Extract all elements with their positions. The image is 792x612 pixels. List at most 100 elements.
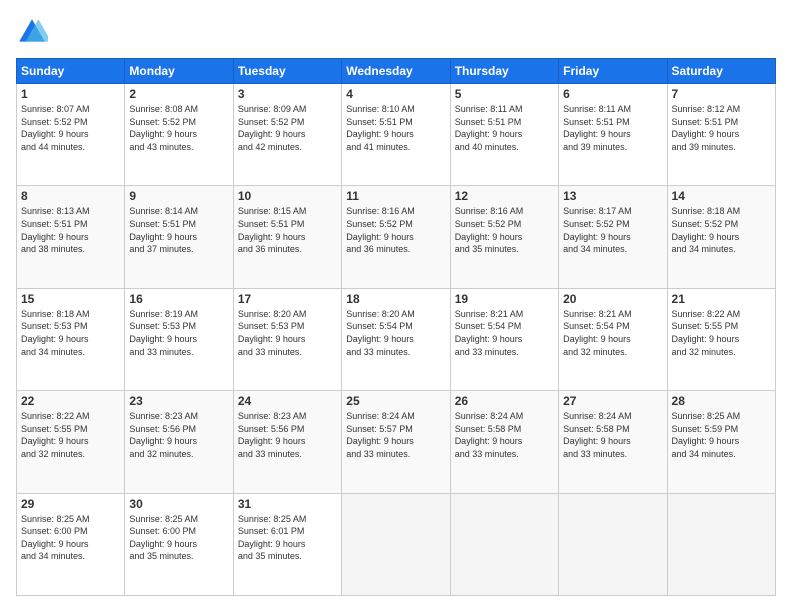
day-info: Sunrise: 8:16 AM Sunset: 5:52 PM Dayligh… [455, 205, 554, 255]
day-number: 29 [21, 497, 120, 511]
day-number: 1 [21, 87, 120, 101]
calendar-week-row: 29 Sunrise: 8:25 AM Sunset: 6:00 PM Dayli… [17, 493, 776, 595]
day-info: Sunrise: 8:14 AM Sunset: 5:51 PM Dayligh… [129, 205, 228, 255]
calendar-cell [450, 493, 558, 595]
calendar-cell: 5 Sunrise: 8:11 AM Sunset: 5:51 PM Daylig… [450, 84, 558, 186]
day-number: 27 [563, 394, 662, 408]
day-info: Sunrise: 8:24 AM Sunset: 5:58 PM Dayligh… [563, 410, 662, 460]
calendar-cell: 28 Sunrise: 8:25 AM Sunset: 5:59 PM Dayli… [667, 391, 775, 493]
page: SundayMondayTuesdayWednesdayThursdayFrid… [0, 0, 792, 612]
calendar-cell: 10 Sunrise: 8:15 AM Sunset: 5:51 PM Dayli… [233, 186, 341, 288]
calendar-cell: 4Sunrise: 8:10 AM Sunset: 5:51 PM Daylig… [342, 84, 450, 186]
day-info: Sunrise: 8:17 AM Sunset: 5:52 PM Dayligh… [563, 205, 662, 255]
calendar-cell: 9 Sunrise: 8:14 AM Sunset: 5:51 PM Daylig… [125, 186, 233, 288]
day-info: Sunrise: 8:25 AM Sunset: 6:01 PM Dayligh… [238, 513, 337, 563]
day-number: 26 [455, 394, 554, 408]
day-number: 13 [563, 189, 662, 203]
day-info: Sunrise: 8:15 AM Sunset: 5:51 PM Dayligh… [238, 205, 337, 255]
calendar-cell [667, 493, 775, 595]
day-number: 9 [129, 189, 228, 203]
calendar-cell: 21 Sunrise: 8:22 AM Sunset: 5:55 PM Dayli… [667, 288, 775, 390]
calendar-cell: 13 Sunrise: 8:17 AM Sunset: 5:52 PM Dayli… [559, 186, 667, 288]
day-info: Sunrise: 8:18 AM Sunset: 5:52 PM Dayligh… [672, 205, 771, 255]
calendar-cell: 31Sunrise: 8:25 AM Sunset: 6:01 PM Dayli… [233, 493, 341, 595]
day-number: 7 [672, 87, 771, 101]
calendar-cell: 17 Sunrise: 8:20 AM Sunset: 5:53 PM Dayli… [233, 288, 341, 390]
calendar-week-row: 1 Sunrise: 8:07 AM Sunset: 5:52 PM Daylig… [17, 84, 776, 186]
day-number: 19 [455, 292, 554, 306]
header [16, 16, 776, 48]
day-info: Sunrise: 8:16 AM Sunset: 5:52 PM Dayligh… [346, 205, 445, 255]
logo [16, 16, 52, 48]
day-info: Sunrise: 8:21 AM Sunset: 5:54 PM Dayligh… [455, 308, 554, 358]
weekday-header: Sunday [17, 59, 125, 84]
day-number: 28 [672, 394, 771, 408]
calendar-week-row: 8 Sunrise: 8:13 AM Sunset: 5:51 PM Daylig… [17, 186, 776, 288]
day-info: Sunrise: 8:22 AM Sunset: 5:55 PM Dayligh… [21, 410, 120, 460]
calendar-week-row: 22 Sunrise: 8:22 AM Sunset: 5:55 PM Dayli… [17, 391, 776, 493]
calendar-cell: 15 Sunrise: 8:18 AM Sunset: 5:53 PM Dayli… [17, 288, 125, 390]
day-info: Sunrise: 8:12 AM Sunset: 5:51 PM Dayligh… [672, 103, 771, 153]
day-number: 8 [21, 189, 120, 203]
day-info: Sunrise: 8:23 AM Sunset: 5:56 PM Dayligh… [238, 410, 337, 460]
calendar-cell: 11 Sunrise: 8:16 AM Sunset: 5:52 PM Dayli… [342, 186, 450, 288]
day-info: Sunrise: 8:11 AM Sunset: 5:51 PM Dayligh… [455, 103, 554, 153]
day-info: Sunrise: 8:19 AM Sunset: 5:53 PM Dayligh… [129, 308, 228, 358]
day-number: 11 [346, 189, 445, 203]
day-info: Sunrise: 8:21 AM Sunset: 5:54 PM Dayligh… [563, 308, 662, 358]
day-info: Sunrise: 8:07 AM Sunset: 5:52 PM Dayligh… [21, 103, 120, 153]
calendar-cell: 20Sunrise: 8:21 AM Sunset: 5:54 PM Dayli… [559, 288, 667, 390]
day-number: 2 [129, 87, 228, 101]
calendar-cell: 2 Sunrise: 8:08 AM Sunset: 5:52 PM Daylig… [125, 84, 233, 186]
day-number: 21 [672, 292, 771, 306]
calendar-cell: 18 Sunrise: 8:20 AM Sunset: 5:54 PM Dayli… [342, 288, 450, 390]
calendar-cell: 16 Sunrise: 8:19 AM Sunset: 5:53 PM Dayli… [125, 288, 233, 390]
day-info: Sunrise: 8:20 AM Sunset: 5:53 PM Dayligh… [238, 308, 337, 358]
calendar-cell: 14 Sunrise: 8:18 AM Sunset: 5:52 PM Dayli… [667, 186, 775, 288]
day-info: Sunrise: 8:23 AM Sunset: 5:56 PM Dayligh… [129, 410, 228, 460]
day-number: 22 [21, 394, 120, 408]
weekday-header: Friday [559, 59, 667, 84]
day-info: Sunrise: 8:22 AM Sunset: 5:55 PM Dayligh… [672, 308, 771, 358]
calendar-cell: 6Sunrise: 8:11 AM Sunset: 5:51 PM Daylig… [559, 84, 667, 186]
calendar-header-row: SundayMondayTuesdayWednesdayThursdayFrid… [17, 59, 776, 84]
calendar-cell: 29 Sunrise: 8:25 AM Sunset: 6:00 PM Dayli… [17, 493, 125, 595]
day-info: Sunrise: 8:08 AM Sunset: 5:52 PM Dayligh… [129, 103, 228, 153]
day-number: 15 [21, 292, 120, 306]
day-info: Sunrise: 8:20 AM Sunset: 5:54 PM Dayligh… [346, 308, 445, 358]
day-number: 24 [238, 394, 337, 408]
calendar-cell: 27 Sunrise: 8:24 AM Sunset: 5:58 PM Dayli… [559, 391, 667, 493]
day-number: 10 [238, 189, 337, 203]
weekday-header: Monday [125, 59, 233, 84]
weekday-header: Saturday [667, 59, 775, 84]
day-number: 30 [129, 497, 228, 511]
calendar-cell [559, 493, 667, 595]
day-number: 3 [238, 87, 337, 101]
weekday-header: Wednesday [342, 59, 450, 84]
day-info: Sunrise: 8:25 AM Sunset: 5:59 PM Dayligh… [672, 410, 771, 460]
logo-icon [16, 16, 48, 48]
day-number: 16 [129, 292, 228, 306]
calendar-cell: 19 Sunrise: 8:21 AM Sunset: 5:54 PM Dayli… [450, 288, 558, 390]
weekday-header: Tuesday [233, 59, 341, 84]
calendar-cell: 30 Sunrise: 8:25 AM Sunset: 6:00 PM Dayli… [125, 493, 233, 595]
day-info: Sunrise: 8:25 AM Sunset: 6:00 PM Dayligh… [21, 513, 120, 563]
calendar-table: SundayMondayTuesdayWednesdayThursdayFrid… [16, 58, 776, 596]
day-info: Sunrise: 8:13 AM Sunset: 5:51 PM Dayligh… [21, 205, 120, 255]
calendar-cell: 24 Sunrise: 8:23 AM Sunset: 5:56 PM Dayli… [233, 391, 341, 493]
day-info: Sunrise: 8:25 AM Sunset: 6:00 PM Dayligh… [129, 513, 228, 563]
calendar-cell: 26Sunrise: 8:24 AM Sunset: 5:58 PM Dayli… [450, 391, 558, 493]
calendar-cell: 25Sunrise: 8:24 AM Sunset: 5:57 PM Dayli… [342, 391, 450, 493]
calendar-cell: 12 Sunrise: 8:16 AM Sunset: 5:52 PM Dayli… [450, 186, 558, 288]
calendar-cell: 3 Sunrise: 8:09 AM Sunset: 5:52 PM Daylig… [233, 84, 341, 186]
day-number: 18 [346, 292, 445, 306]
day-number: 12 [455, 189, 554, 203]
day-number: 14 [672, 189, 771, 203]
day-info: Sunrise: 8:09 AM Sunset: 5:52 PM Dayligh… [238, 103, 337, 153]
calendar-cell: 23 Sunrise: 8:23 AM Sunset: 5:56 PM Dayli… [125, 391, 233, 493]
day-number: 17 [238, 292, 337, 306]
day-number: 23 [129, 394, 228, 408]
day-number: 5 [455, 87, 554, 101]
calendar-cell: 1 Sunrise: 8:07 AM Sunset: 5:52 PM Daylig… [17, 84, 125, 186]
day-info: Sunrise: 8:18 AM Sunset: 5:53 PM Dayligh… [21, 308, 120, 358]
